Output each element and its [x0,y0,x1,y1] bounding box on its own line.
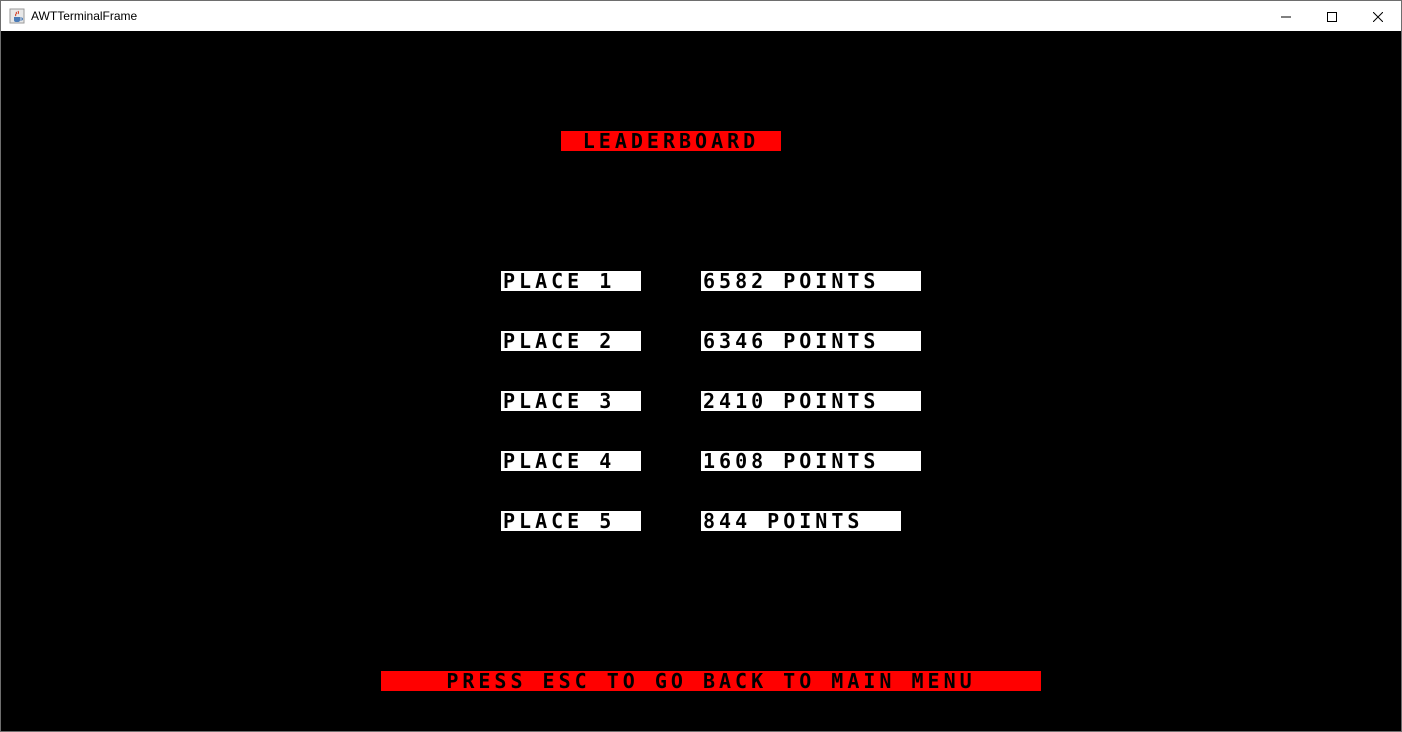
points-value-5: 844 POINTS [701,511,901,531]
maximize-button[interactable] [1309,1,1355,31]
minimize-button[interactable] [1263,1,1309,31]
window-controls [1263,1,1401,31]
java-cup-icon [9,8,25,24]
title-bar[interactable]: AWTTerminalFrame [1,1,1401,31]
points-value-3: 2410 POINTS [701,391,921,411]
place-label-3: PLACE 3 [501,391,641,411]
points-value-2: 6346 POINTS [701,331,921,351]
place-label-1: PLACE 1 [501,271,641,291]
minimize-icon [1281,7,1291,26]
place-label-2: PLACE 2 [501,331,641,351]
app-window: AWTTerminalFrame LEADERBOARD PLACE 1 658… [0,0,1402,732]
place-label-5: PLACE 5 [501,511,641,531]
points-value-1: 6582 POINTS [701,271,921,291]
maximize-icon [1327,7,1337,26]
close-button[interactable] [1355,1,1401,31]
terminal-screen[interactable]: LEADERBOARD PLACE 1 6582 POINTS PLACE 2 … [1,31,1401,731]
points-value-4: 1608 POINTS [701,451,921,471]
leaderboard-title: LEADERBOARD [561,131,781,151]
close-icon [1372,7,1384,26]
place-label-4: PLACE 4 [501,451,641,471]
window-title: AWTTerminalFrame [31,9,138,23]
esc-back-hint: PRESS ESC TO GO BACK TO MAIN MENU [381,671,1041,691]
